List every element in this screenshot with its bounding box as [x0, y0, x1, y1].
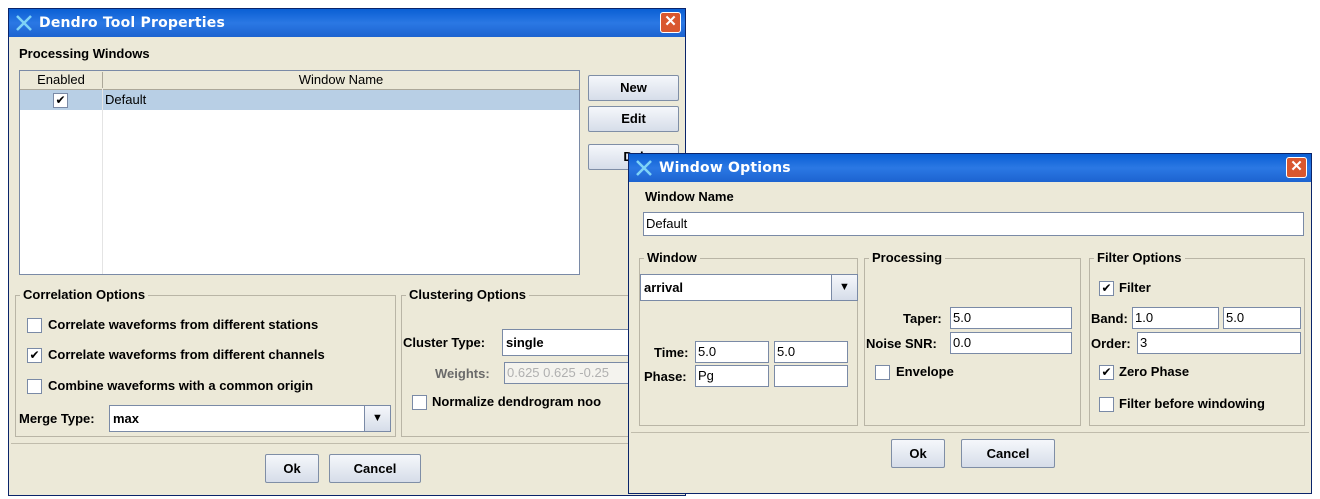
- combine-origin-label: Combine waveforms with a common origin: [48, 378, 314, 393]
- weights-label: Weights:: [435, 366, 490, 381]
- correlate-channels-checkbox[interactable]: ✔: [27, 348, 42, 363]
- correlate-channels-label: Correlate waveforms from different chann…: [48, 347, 325, 362]
- filter-before-windowing-checkbox[interactable]: [1099, 397, 1114, 412]
- column-header-enabled[interactable]: Enabled: [20, 72, 103, 88]
- filter-checkbox[interactable]: ✔: [1099, 281, 1114, 296]
- ok-button[interactable]: Ok: [891, 439, 945, 468]
- processing-windows-label: Processing Windows: [19, 46, 150, 61]
- cluster-type-label: Cluster Type:: [403, 335, 486, 350]
- time-start-field[interactable]: 5.0: [695, 341, 769, 363]
- filter-options-label: Filter Options: [1094, 250, 1185, 265]
- normalize-label: Normalize dendrogram noo: [432, 394, 602, 409]
- time-label: Time:: [654, 345, 689, 360]
- title-bar[interactable]: Dendro Tool Properties ✕: [9, 9, 685, 37]
- zero-phase-label: Zero Phase: [1119, 364, 1190, 379]
- window-name-cell: Default: [105, 92, 147, 107]
- app-icon: [16, 15, 32, 31]
- correlation-options-label: Correlation Options: [20, 287, 149, 302]
- time-end-field[interactable]: 5.0: [774, 341, 848, 363]
- filter-before-windowing-label: Filter before windowing: [1119, 396, 1265, 411]
- envelope-checkbox[interactable]: [875, 365, 890, 380]
- title-bar[interactable]: Window Options ✕: [629, 154, 1311, 182]
- taper-label: Taper:: [903, 311, 942, 326]
- window-name-label: Window Name: [645, 189, 734, 204]
- order-field[interactable]: 3: [1137, 332, 1301, 354]
- taper-field[interactable]: 5.0: [950, 307, 1072, 329]
- phase-label: Phase:: [644, 369, 687, 384]
- combine-origin-checkbox[interactable]: [27, 379, 42, 394]
- chevron-down-icon[interactable]: ▼: [831, 275, 857, 300]
- dendro-tool-properties-dialog: Dendro Tool Properties ✕ Processing Wind…: [8, 8, 686, 496]
- merge-type-label: Merge Type:: [19, 411, 95, 426]
- band-low-field[interactable]: 1.0: [1132, 307, 1219, 329]
- close-icon[interactable]: ✕: [660, 12, 681, 33]
- footer-divider: [11, 443, 683, 444]
- windows-table[interactable]: Enabled Window Name ✔ Default: [19, 70, 580, 275]
- zero-phase-checkbox[interactable]: ✔: [1099, 365, 1114, 380]
- chevron-down-icon[interactable]: ▼: [364, 406, 390, 431]
- noise-snr-field[interactable]: 0.0: [950, 332, 1072, 354]
- column-divider: [102, 89, 103, 274]
- filter-label: Filter: [1119, 280, 1151, 295]
- new-button[interactable]: New: [588, 75, 679, 101]
- window-group-label: Window: [644, 250, 700, 265]
- cancel-button[interactable]: Cancel: [961, 439, 1055, 468]
- window-type-value: arrival: [644, 280, 684, 295]
- window-title: Window Options: [659, 160, 791, 176]
- phase-extra-field[interactable]: [774, 365, 848, 387]
- table-header: Enabled Window Name: [20, 71, 579, 90]
- correlate-stations-checkbox[interactable]: [27, 318, 42, 333]
- order-label: Order:: [1091, 336, 1131, 351]
- correlate-stations-label: Correlate waveforms from different stati…: [48, 317, 319, 332]
- clustering-options-label: Clustering Options: [406, 287, 529, 302]
- phase-field[interactable]: Pg: [695, 365, 769, 387]
- enabled-checkbox[interactable]: ✔: [53, 93, 68, 108]
- column-header-window-name[interactable]: Window Name: [103, 72, 579, 87]
- normalize-checkbox[interactable]: [412, 395, 427, 410]
- window-name-field[interactable]: Default: [643, 212, 1304, 236]
- ok-button[interactable]: Ok: [265, 454, 319, 483]
- footer-divider: [631, 432, 1309, 433]
- edit-button[interactable]: Edit: [588, 106, 679, 132]
- app-icon: [636, 160, 652, 176]
- processing-group-label: Processing: [869, 250, 946, 265]
- envelope-label: Envelope: [896, 364, 954, 379]
- band-high-field[interactable]: 5.0: [1223, 307, 1301, 329]
- cancel-button[interactable]: Cancel: [329, 454, 421, 483]
- cluster-type-value: single: [506, 335, 544, 350]
- band-label: Band:: [1091, 311, 1128, 326]
- merge-type-value: max: [113, 411, 140, 426]
- window-type-select[interactable]: arrival ▼: [640, 274, 858, 301]
- window-options-dialog: Window Options ✕ Window Name Default Win…: [628, 153, 1312, 494]
- close-icon[interactable]: ✕: [1286, 157, 1307, 178]
- window-title: Dendro Tool Properties: [39, 15, 226, 31]
- merge-type-select[interactable]: max ▼: [109, 405, 391, 432]
- noise-snr-label: Noise SNR:: [866, 336, 937, 351]
- table-row[interactable]: ✔ Default: [20, 90, 579, 110]
